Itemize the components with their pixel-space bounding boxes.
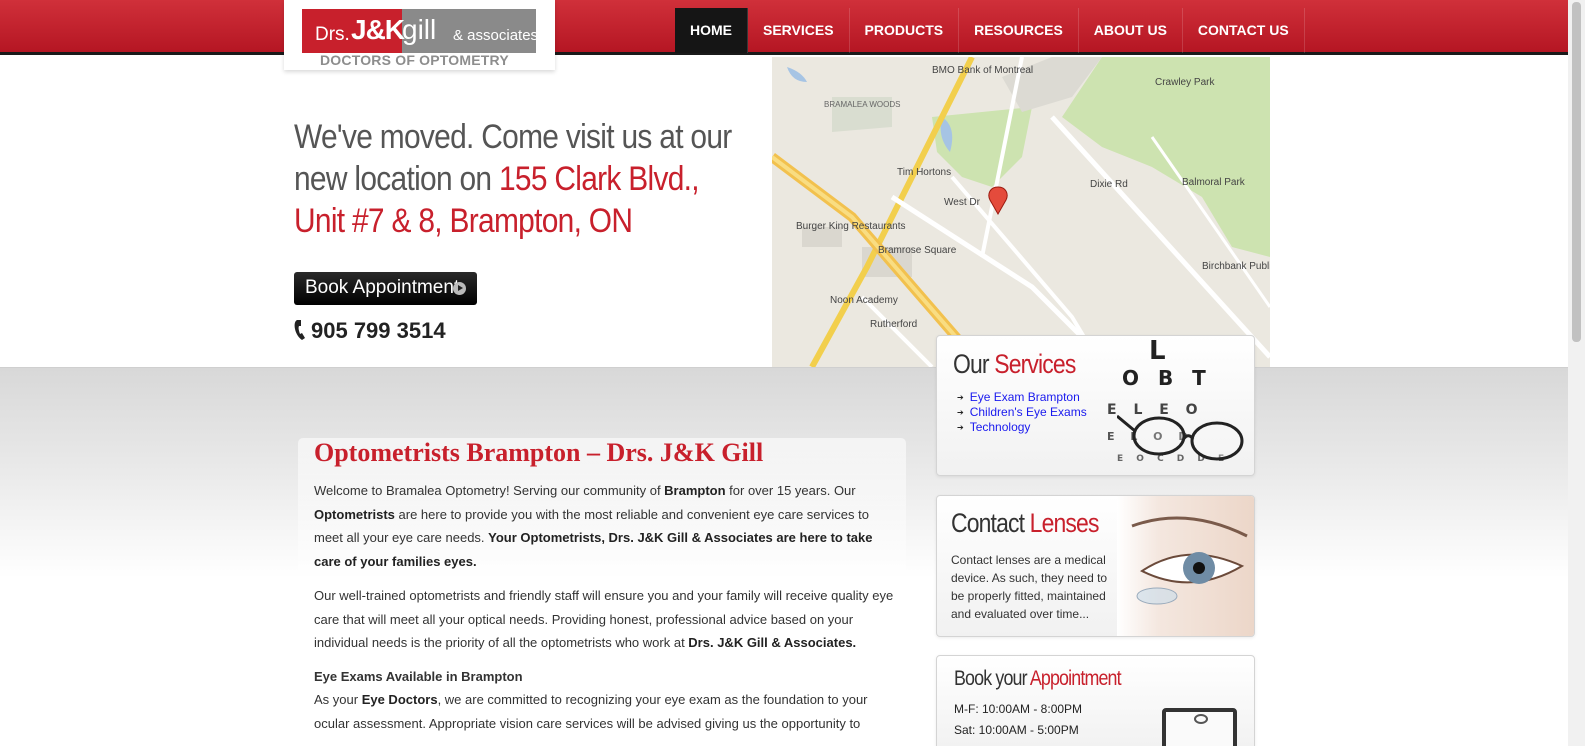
logo[interactable]: Drs. J&K gill & associates DOCTORS OF OP… [284, 0, 555, 70]
map-label-noon: Noon Academy [830, 295, 898, 306]
p3-run-1: Eye Doctors [361, 692, 438, 707]
map-label-rutherford: Rutherford [870, 319, 918, 330]
content-title: Optometrists Brampton – Drs. J&K Gill [314, 438, 764, 467]
logo-associates: & associates [453, 27, 539, 44]
appointment-title: Book your Appointment [954, 667, 1122, 691]
nav-about-us[interactable]: ABOUT US [1079, 8, 1183, 53]
logo-drs: Drs. [315, 24, 350, 45]
phone-number-text: 905 799 3514 [311, 318, 446, 343]
phone-number: 905 799 3514 [294, 318, 446, 344]
nav-home[interactable]: HOME [675, 8, 748, 53]
eye-exams-paragraph: As your Eye Doctors, we are committed to… [314, 688, 894, 735]
map-label-bmo: BMO Bank of Montreal [932, 65, 1034, 76]
p1-run-1: Brampton [664, 483, 726, 498]
p1-run-3: Optometrists [314, 506, 395, 522]
hours-weekday: M-F: 10:00AM - 8:00PM [954, 702, 1083, 716]
map-label-balmoral-park: Balmoral Park [1182, 177, 1245, 188]
nav-contact-us[interactable]: CONTACT US [1183, 8, 1305, 53]
nav-services[interactable]: SERVICES [748, 8, 850, 53]
map-label-burger: Burger King Restaurants [796, 221, 906, 232]
p1-run-2: for over 15 years. Our [725, 483, 856, 498]
services-title-a: Our [953, 349, 995, 379]
contacts-title-a: Contact [951, 508, 1030, 538]
hero-address-unit: Unit #7 & 8, Brampton, ON [294, 202, 633, 240]
map-label-west-dr: West Dr [944, 197, 980, 208]
appointment-box[interactable]: Book your Appointment M-F: 10:00AM - 8:0… [936, 655, 1255, 746]
services-title: Our Services [953, 349, 1076, 380]
nav-products[interactable]: PRODUCTS [850, 8, 960, 53]
services-box[interactable]: Our Services Eye Exam Brampton Children'… [936, 335, 1255, 476]
contact-lenses-title: Contact Lenses [951, 508, 1099, 539]
map-label-birchbank: Birchbank Public School [1202, 261, 1270, 272]
eye-photo [1117, 496, 1254, 636]
appointment-title-a: Book your [954, 667, 1030, 690]
eyeglasses-icon [1117, 414, 1244, 461]
main-nav: HOME SERVICES PRODUCTS RESOURCES ABOUT U… [675, 8, 1305, 53]
logo-jk: J&K [351, 14, 405, 45]
map-label-crawley: Crawley Park [1155, 77, 1215, 88]
contacts-title-b: Lenses [1029, 508, 1100, 538]
map-label-bramrose: Bramrose Square [878, 245, 957, 256]
contact-lenses-box[interactable]: Contact Lenses Contact lenses are a medi… [936, 495, 1255, 637]
calendar-icon [1162, 708, 1237, 746]
nav-resources[interactable]: RESOURCES [959, 8, 1079, 53]
chart-row-1: L [1149, 336, 1166, 366]
eye-icon [1131, 516, 1248, 605]
hero-address-street: 155 Clark Blvd., [498, 160, 700, 198]
hero-line-2a: new location on [294, 160, 499, 198]
appointment-title-b: Appointment [1029, 667, 1122, 690]
hero-line-2: new location on 155 Clark Blvd., [294, 158, 769, 200]
phone-icon [294, 320, 305, 340]
book-appointment-button[interactable]: Book Appointment [294, 272, 477, 305]
logo-gill: gill [402, 14, 437, 45]
scrollbar-thumb[interactable] [1572, 2, 1581, 342]
service-link-technology[interactable]: Technology [957, 420, 1087, 435]
hours-saturday: Sat: 10:00AM - 5:00PM [954, 723, 1079, 737]
logo-subtitle: DOCTORS OF OPTOMETRY [320, 52, 509, 68]
hero-headline: We've moved. Come visit us at our new lo… [294, 116, 769, 242]
map-label-dixie: Dixie Rd [1090, 179, 1128, 190]
p1-run-0: Welcome to Bramalea Optometry! Serving o… [314, 483, 665, 498]
service-link-children[interactable]: Children's Eye Exams [957, 405, 1087, 420]
location-map[interactable]: BMO Bank of Montreal Crawley Park BRAMAL… [772, 57, 1270, 367]
chart-row-2: O B T [1122, 366, 1212, 390]
map-label-tim: Tim Hortons [897, 167, 952, 178]
hero-line-1: We've moved. Come visit us at our [294, 118, 732, 156]
p3-run-0: As your [314, 692, 362, 707]
p2-run-1: Drs. J&K Gill & Associates. [688, 635, 857, 650]
staff-paragraph: Our well-trained optometrists and friend… [314, 584, 894, 655]
arrow-right-icon [453, 282, 466, 295]
services-title-b: Services [994, 349, 1076, 379]
services-list: Eye Exam Brampton Children's Eye Exams T… [957, 390, 1087, 435]
intro-paragraph: Welcome to Bramalea Optometry! Serving o… [314, 479, 894, 573]
book-appointment-label: Book Appointment [305, 277, 460, 298]
service-link-eye-exam[interactable]: Eye Exam Brampton [957, 390, 1087, 405]
eye-exams-heading: Eye Exams Available in Brampton [314, 669, 523, 684]
map-label-woods: BRAMALEA WOODS [824, 100, 901, 109]
contact-lenses-text: Contact lenses are a medical device. As … [951, 553, 1108, 621]
